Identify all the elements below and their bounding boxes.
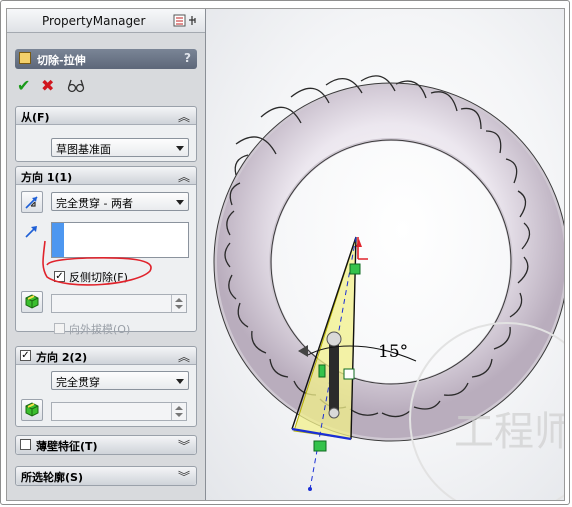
selected-contours-group: 所选轮廓(S) ︾ xyxy=(15,466,197,486)
model-view: 15° 工程师 xyxy=(213,75,564,500)
angle-dimension-label[interactable]: 15° xyxy=(378,342,408,362)
relation-marker xyxy=(343,368,355,380)
handle-knob[interactable] xyxy=(328,407,340,419)
annotation-circle xyxy=(42,240,152,286)
direction2-end-condition-select[interactable]: 完全贯穿 xyxy=(51,371,189,390)
relation-marker xyxy=(349,263,361,275)
thin-feature-title: 薄壁特征(T) xyxy=(36,440,98,453)
selected-contours-header[interactable]: 所选轮廓(S) ︾ xyxy=(16,467,196,485)
thin-feature-checkbox[interactable] xyxy=(20,439,31,450)
direction2-checkbox[interactable]: ✓ xyxy=(20,350,31,361)
direction2-title: 方向 2(2) xyxy=(36,351,88,364)
draft-outward-checkbox[interactable] xyxy=(54,323,65,334)
triad xyxy=(357,237,368,260)
triad-arrow xyxy=(356,239,362,247)
selected-contours-title: 所选轮廓(S) xyxy=(21,471,83,484)
twisted-ring-surface xyxy=(217,86,564,438)
app-area: PropertyManager 切除-拉伸 ? ✔ ✖ 从(F) ︽ 草图基准面… xyxy=(6,8,565,501)
thin-feature-header[interactable]: 薄壁特征(T) ︾ xyxy=(16,436,196,454)
direction2-end-condition-value: 完全贯穿 xyxy=(56,376,100,389)
graphics-viewport[interactable]: 15° 工程师 xyxy=(206,9,564,500)
centerline-end xyxy=(308,487,312,491)
direction2-group: ✓ 方向 2(2) ︽ 完全贯穿 xyxy=(15,346,197,427)
drag-handle[interactable] xyxy=(329,337,339,417)
spinner-buttons[interactable] xyxy=(171,403,186,420)
draft-toggle-button[interactable] xyxy=(21,399,43,421)
relation-marker xyxy=(313,440,327,452)
draft-angle-spinner[interactable] xyxy=(51,402,187,421)
draft-icon xyxy=(25,402,39,417)
annotation-overlay xyxy=(42,240,152,286)
expand-icon[interactable]: ︾ xyxy=(178,437,190,454)
collapse-icon[interactable]: ︽ xyxy=(178,348,190,365)
thin-feature-group: 薄壁特征(T) ︾ xyxy=(15,435,197,455)
relation-marker xyxy=(318,364,326,378)
draft-outward-label: 向外拔模(O) xyxy=(69,323,131,336)
handle-knob[interactable] xyxy=(326,331,342,347)
watermark-text: 工程师 xyxy=(454,409,564,455)
direction2-group-header[interactable]: ✓ 方向 2(2) ︽ xyxy=(16,347,196,365)
dropdown-arrow-icon xyxy=(176,379,184,384)
expand-icon[interactable]: ︾ xyxy=(178,468,190,485)
